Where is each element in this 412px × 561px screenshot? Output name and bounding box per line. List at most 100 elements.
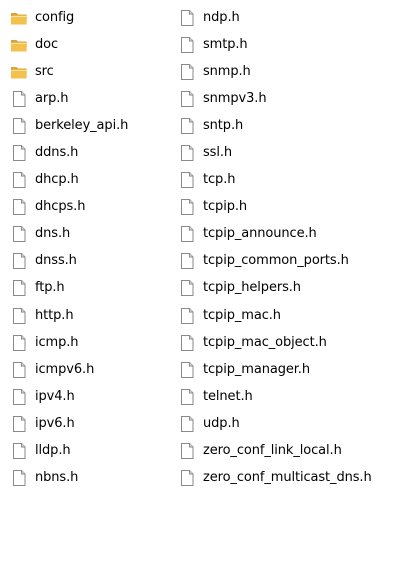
file-icon <box>178 36 196 54</box>
file-item[interactable]: lldp.h <box>10 437 180 464</box>
item-name: config <box>35 10 75 25</box>
file-icon <box>178 415 196 433</box>
item-name: ftp.h <box>35 280 65 296</box>
file-icon <box>178 361 196 379</box>
file-item[interactable]: ssl.h <box>178 139 410 166</box>
file-item[interactable]: telnet.h <box>178 383 410 410</box>
file-item[interactable]: tcpip_helpers.h <box>178 274 410 301</box>
file-item[interactable]: dnss.h <box>10 247 180 274</box>
folder-item[interactable]: src <box>10 58 180 85</box>
file-icon <box>178 252 196 270</box>
file-item[interactable]: ndp.h <box>178 4 410 31</box>
file-icon <box>10 442 28 460</box>
file-list-column-2: ndp.h smtp.h snmp.h snmpv3.h sntp.h ssl.h tcp.… <box>178 4 410 491</box>
item-name: lldp.h <box>35 442 71 458</box>
file-item[interactable]: berkeley_api.h <box>10 112 180 139</box>
file-item[interactable]: arp.h <box>10 85 180 112</box>
file-item[interactable]: dhcp.h <box>10 166 180 193</box>
item-name: snmp.h <box>203 64 251 80</box>
file-icon <box>10 469 28 487</box>
file-item[interactable]: icmpv6.h <box>10 356 180 383</box>
item-name: icmp.h <box>35 334 79 350</box>
item-name: udp.h <box>203 415 240 431</box>
item-name: sntp.h <box>203 118 244 134</box>
item-name: src <box>35 64 54 80</box>
item-name: zero_conf_multicast_dns.h <box>203 469 372 485</box>
file-icon <box>178 225 196 243</box>
file-list-column-1: config doc src arp.h berkeley_api.h ddns.h dhc… <box>10 4 180 491</box>
item-name: http.h <box>35 307 74 323</box>
file-icon <box>10 334 28 352</box>
item-name: dhcps.h <box>35 199 86 215</box>
file-icon <box>178 334 196 352</box>
item-name: ddns.h <box>35 145 79 161</box>
file-item[interactable]: ipv4.h <box>10 383 180 410</box>
file-icon <box>10 198 28 216</box>
item-name: smtp.h <box>203 37 248 53</box>
item-name: tcpip.h <box>203 199 248 215</box>
file-icon <box>10 225 28 243</box>
folder-icon <box>10 63 28 81</box>
file-icon <box>10 90 28 108</box>
file-item[interactable]: tcpip.h <box>178 193 410 220</box>
file-icon <box>10 144 28 162</box>
item-name: dns.h <box>35 226 71 242</box>
file-icon <box>10 117 28 135</box>
folder-item[interactable]: config <box>10 4 180 31</box>
file-item[interactable]: icmp.h <box>10 329 180 356</box>
file-item[interactable]: http.h <box>10 302 180 329</box>
file-item[interactable]: smtp.h <box>178 31 410 58</box>
folder-item[interactable]: doc <box>10 31 180 58</box>
item-name: dhcp.h <box>35 172 79 188</box>
file-item[interactable]: tcpip_announce.h <box>178 220 410 247</box>
file-item[interactable]: tcpip_manager.h <box>178 356 410 383</box>
file-item[interactable]: zero_conf_multicast_dns.h <box>178 464 410 491</box>
item-name: zero_conf_link_local.h <box>203 442 342 458</box>
file-item[interactable]: ddns.h <box>10 139 180 166</box>
file-item[interactable]: tcp.h <box>178 166 410 193</box>
item-name: icmpv6.h <box>35 361 95 377</box>
file-item[interactable]: udp.h <box>178 410 410 437</box>
file-icon <box>178 469 196 487</box>
file-item[interactable]: zero_conf_link_local.h <box>178 437 410 464</box>
file-item[interactable]: snmpv3.h <box>178 85 410 112</box>
file-list-pane: config doc src arp.h berkeley_api.h ddns.h dhc… <box>0 0 412 561</box>
file-item[interactable]: nbns.h <box>10 464 180 491</box>
file-icon <box>178 117 196 135</box>
file-item[interactable]: ipv6.h <box>10 410 180 437</box>
file-icon <box>10 252 28 270</box>
file-icon <box>178 90 196 108</box>
file-item[interactable]: tcpip_common_ports.h <box>178 247 410 274</box>
item-name: tcpip_helpers.h <box>203 280 301 296</box>
file-icon <box>178 388 196 406</box>
item-name: berkeley_api.h <box>35 118 129 134</box>
file-icon <box>178 198 196 216</box>
item-name: telnet.h <box>203 388 253 404</box>
file-icon <box>10 388 28 406</box>
file-item[interactable]: dns.h <box>10 220 180 247</box>
file-item[interactable]: snmp.h <box>178 58 410 85</box>
item-name: tcpip_common_ports.h <box>203 253 349 269</box>
item-name: snmpv3.h <box>203 91 267 107</box>
file-icon <box>178 442 196 460</box>
folder-icon <box>10 9 28 27</box>
file-icon <box>178 279 196 297</box>
item-name: ssl.h <box>203 145 233 161</box>
file-icon <box>178 307 196 325</box>
folder-icon <box>10 36 28 54</box>
item-name: tcpip_mac.h <box>203 307 281 323</box>
file-item[interactable]: sntp.h <box>178 112 410 139</box>
file-item[interactable]: tcpip_mac.h <box>178 302 410 329</box>
file-item[interactable]: ftp.h <box>10 274 180 301</box>
file-icon <box>10 361 28 379</box>
file-icon <box>10 415 28 433</box>
item-name: tcpip_announce.h <box>203 226 317 242</box>
file-icon <box>178 144 196 162</box>
file-item[interactable]: dhcps.h <box>10 193 180 220</box>
item-name: doc <box>35 37 59 53</box>
item-name: nbns.h <box>35 469 79 485</box>
file-item[interactable]: tcpip_mac_object.h <box>178 329 410 356</box>
file-icon <box>178 171 196 189</box>
item-name: tcpip_manager.h <box>203 361 310 377</box>
file-icon <box>178 9 196 27</box>
